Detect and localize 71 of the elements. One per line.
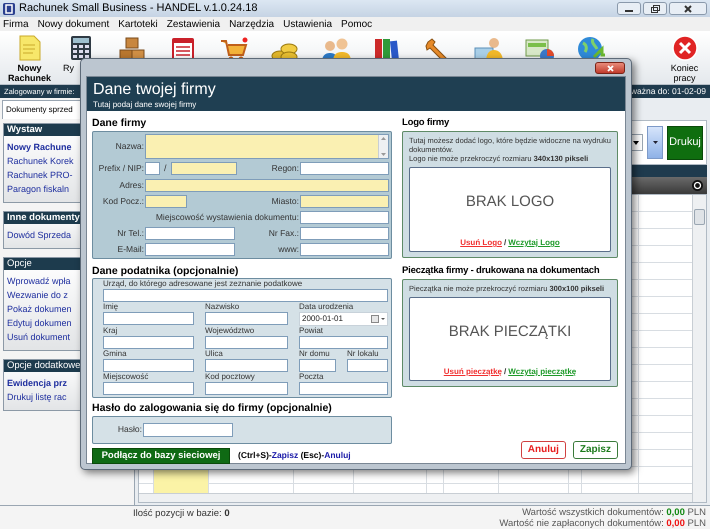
field-label: Nazwa: [114,140,145,153]
menu-item[interactable]: Kartoteki [118,16,158,32]
sidebar-link[interactable]: Wezwanie do z [7,289,68,301]
window-title: Rachunek Small Business - HANDEL v.1.0.24.18 [19,1,258,16]
sidebar-link[interactable]: Ewidencja prz [7,377,68,389]
license-date: ważna do: 01-02-09 [630,85,706,98]
field-label: Nr domu [299,348,331,358]
field-label: Kod Pocz.: [102,194,145,208]
network-button[interactable]: Podłącz do bazy sieciowej [92,448,230,464]
link-separator: / [504,366,506,378]
section-heading: Hasło do zalogowania się do firmy (opcjonalnie) [92,402,333,414]
field-label: Miejscowość wystawienia dokumentu: [154,210,300,224]
toolbar-button[interactable]: Koniec pracy [659,35,710,83]
sidebar-link[interactable]: Dowód Sprzeda [7,229,72,241]
field-label: Nazwisko [205,302,240,312]
total-summary: Wartość wszystkich dokumentów: 0,00 PLN [522,507,706,518]
sidebar-link[interactable]: Nowy Rachune [7,141,72,153]
print-button[interactable]: Drukuj [667,126,703,160]
date-field[interactable]: 2000-01-01 [299,312,388,326]
field-label: Urząd, do którego adresowane jest zeznanie podatkowe [103,278,304,288]
load-link[interactable]: Wczytaj Logo [508,237,560,249]
link-separator: / [504,237,506,249]
field-label: Ulica [205,348,224,358]
field-label: Adres: [118,178,145,192]
field-label: Nr Fax.: [268,226,300,240]
field-label: Gmina [103,348,128,358]
field-label: Powiat [299,326,324,336]
field-label: Poczta [299,372,324,382]
sidebar-link[interactable]: Rachunek Korek [7,155,74,167]
remove-link[interactable]: Usuń Logo [460,237,502,249]
toolbar-button[interactable]: Nowy Rachunek [4,35,55,83]
field-label: Data urodzenia [299,302,354,312]
menu-item[interactable]: Nowy dokument [38,16,110,32]
menu-item[interactable]: Pomoc [341,16,372,32]
sidebar-link[interactable]: Rachunek PRO- [7,169,73,181]
field-label: Hasło: [116,423,143,436]
field-label: www: [277,242,300,256]
record-count: Ilość pozycji w bazie: 0 [133,507,230,521]
load-link[interactable]: Wczytaj pieczątkę [508,366,576,378]
field-label: Prefix / NIP: [98,162,145,176]
field-label: Kraj [103,326,118,336]
section-heading: Logo firmy [402,117,450,129]
menu-item[interactable]: Ustawienia [283,16,332,32]
field-label: E-Mail: [116,242,145,256]
sidebar-link[interactable]: Usuń dokument [7,331,70,343]
placeholder-text: BRAK LOGO [466,192,554,212]
section-heading: Pieczątka firmy - drukowana na dokumentach [402,265,600,277]
field-label: Imię [103,302,120,312]
placeholder-text: BRAK PIECZĄTKI [448,322,572,342]
sidebar-link[interactable]: Edytuj dokumen [7,317,72,329]
field-label: Województwo [205,326,256,336]
dialog-title: Dane twojej firmy [93,80,217,99]
field-label: Miasto: [270,194,300,208]
remove-link[interactable]: Usuń pieczątkę [444,366,502,378]
field-label: Nr Tel.: [116,226,145,240]
field-label: Kod pocztowy [205,372,256,382]
field-label: Nr lokalu [347,348,380,358]
menu-item[interactable]: Firma [3,16,29,32]
sidebar-link[interactable]: Pokaż dokumen [7,303,72,315]
cancel-button[interactable]: Anuluj [520,440,566,458]
menu-item[interactable]: Zestawienia [166,16,220,32]
field-label: Regon: [270,162,300,176]
sidebar-link[interactable]: Wprowadź wpła [7,275,71,287]
shortcut-hint: (Ctrl+S)-Zapisz (Esc)-Anuluj [238,449,351,462]
sidebar-link[interactable]: Paragon fiskaln [7,183,70,195]
field-label: / [163,162,168,175]
save-button[interactable]: Zapisz [572,440,618,458]
total-summary: Wartość nie zapłaconych dokumentów: 0,00 PLN [499,518,706,529]
field-label: Miejscowość [103,372,150,382]
menu-item[interactable]: Narzędzia [229,16,274,32]
sidebar-link[interactable]: Drukuj listę rac [7,391,67,403]
